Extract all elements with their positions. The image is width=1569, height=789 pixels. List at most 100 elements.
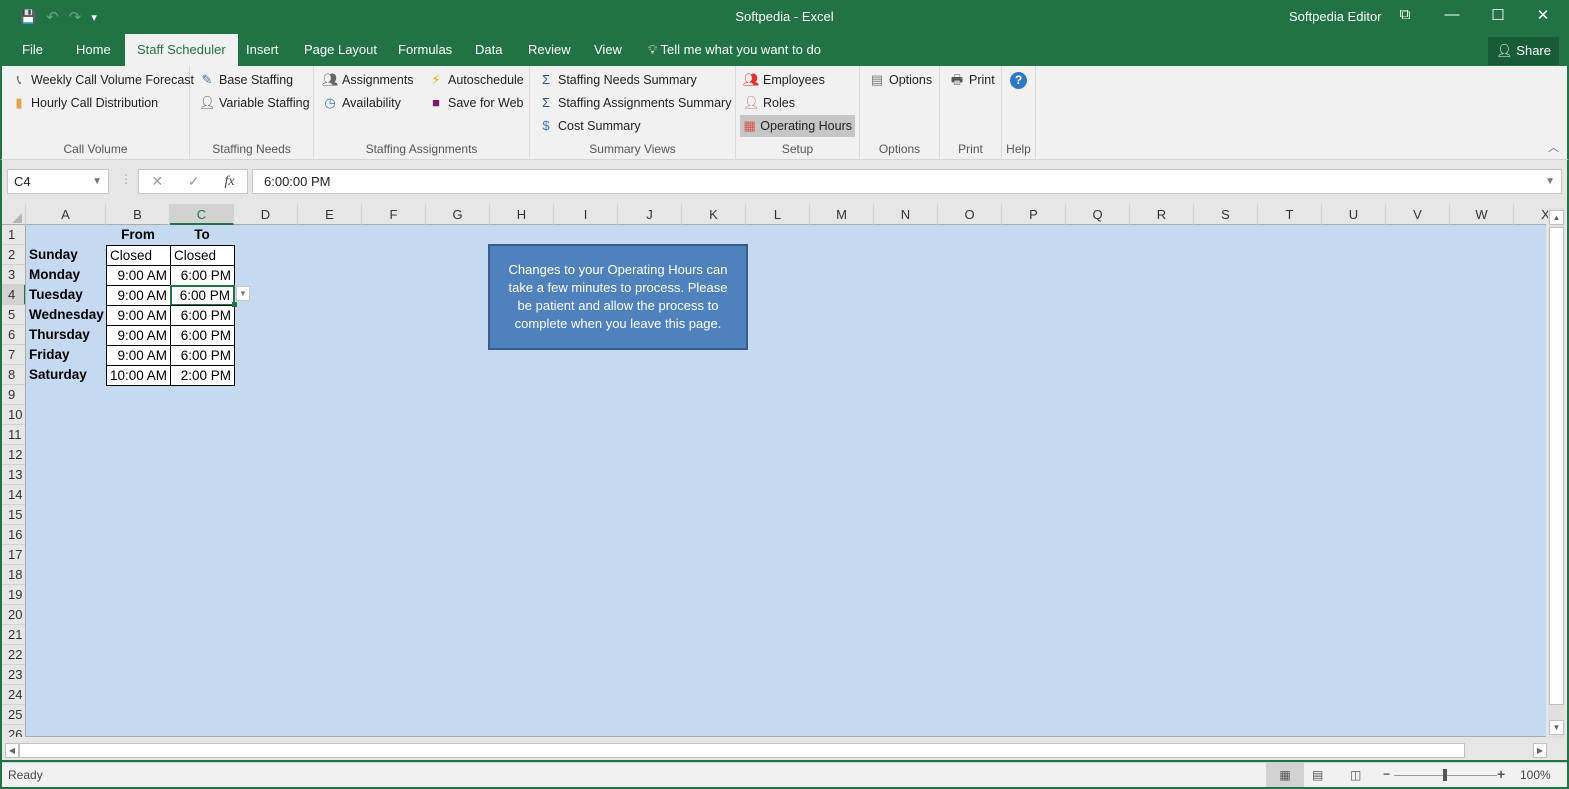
sheet-area[interactable]: From To Sunday Closed Closed Monday 9:00 AM 6… bbox=[26, 225, 1546, 737]
column-header-o[interactable]: O bbox=[938, 204, 1002, 225]
expand-formula-bar-icon[interactable]: ▼ bbox=[1545, 170, 1555, 193]
from-time-cell[interactable]: 9:00 AM bbox=[106, 265, 171, 286]
weekly-call-volume-forecast-button[interactable]: 📞︎ Weekly Call Volume Forecast bbox=[8, 69, 197, 91]
staffing-needs-summary-button[interactable]: Σ Staffing Needs Summary bbox=[535, 69, 700, 91]
column-header-a[interactable]: A bbox=[26, 204, 106, 225]
scroll-left-button[interactable]: ◀ bbox=[5, 743, 19, 758]
row-header-16[interactable]: 16 bbox=[2, 525, 25, 545]
scroll-down-button[interactable]: ▼ bbox=[1549, 720, 1564, 735]
help-button[interactable]: ? bbox=[1007, 69, 1030, 91]
to-time-cell[interactable]: 6:00 PM bbox=[170, 265, 235, 286]
scroll-right-button[interactable]: ▶ bbox=[1533, 743, 1547, 758]
from-time-cell[interactable]: 10:00 AM bbox=[106, 365, 171, 386]
tab-insert[interactable]: Insert bbox=[234, 34, 291, 66]
column-header-d[interactable]: D bbox=[234, 204, 298, 225]
row-header-15[interactable]: 15 bbox=[2, 505, 25, 525]
column-header-l[interactable]: L bbox=[746, 204, 810, 225]
hourly-call-distribution-button[interactable]: ▮ Hourly Call Distribution bbox=[8, 92, 161, 114]
employees-button[interactable]: 👥︎ Employees bbox=[740, 69, 828, 91]
row-header-9[interactable]: 9 bbox=[2, 385, 25, 405]
to-time-cell[interactable]: 6:00 PM bbox=[170, 345, 235, 366]
day-cell[interactable]: Friday bbox=[26, 345, 106, 365]
cancel-icon[interactable]: ✕ bbox=[151, 173, 163, 190]
column-header-n[interactable]: N bbox=[874, 204, 938, 225]
to-time-cell[interactable]: 2:00 PM bbox=[170, 365, 235, 386]
vertical-scrollbar[interactable]: ▲ ▼ bbox=[1548, 208, 1565, 738]
day-cell[interactable]: Monday bbox=[26, 265, 106, 285]
chevron-down-icon[interactable]: ▼ bbox=[92, 170, 102, 193]
column-header-h[interactable]: H bbox=[490, 204, 554, 225]
row-header-3[interactable]: 3 bbox=[2, 265, 25, 285]
row-header-24[interactable]: 24 bbox=[2, 685, 25, 705]
tab-staff-scheduler[interactable]: Staff Scheduler bbox=[125, 34, 238, 66]
column-header-v[interactable]: V bbox=[1386, 204, 1450, 225]
column-header-s[interactable]: S bbox=[1194, 204, 1258, 225]
column-header-g[interactable]: G bbox=[426, 204, 490, 225]
row-header-11[interactable]: 11 bbox=[2, 425, 25, 445]
active-cell[interactable]: 6:00 PM bbox=[170, 285, 235, 306]
column-header-e[interactable]: E bbox=[298, 204, 362, 225]
day-cell[interactable]: Tuesday bbox=[26, 285, 106, 305]
horizontal-scroll-thumb[interactable] bbox=[19, 743, 1465, 758]
row-header-25[interactable]: 25 bbox=[2, 705, 25, 725]
options-button[interactable]: ▤ Options bbox=[866, 69, 935, 91]
row-header-12[interactable]: 12 bbox=[2, 445, 25, 465]
fill-handle[interactable] bbox=[232, 302, 237, 307]
operating-hours-button[interactable]: ▦ Operating Hours bbox=[740, 115, 855, 137]
column-header-b[interactable]: B bbox=[106, 204, 170, 225]
vertical-scroll-thumb[interactable] bbox=[1549, 227, 1564, 705]
column-header-u[interactable]: U bbox=[1322, 204, 1386, 225]
row-header-26[interactable]: 26 bbox=[2, 725, 25, 737]
select-all-button[interactable] bbox=[2, 204, 26, 225]
user-name[interactable]: Softpedia Editor bbox=[1289, 9, 1382, 24]
to-time-cell[interactable]: 6:00 PM bbox=[170, 325, 235, 346]
base-staffing-button[interactable]: ✎ Base Staffing bbox=[196, 69, 296, 91]
availability-button[interactable]: ◷ Availability bbox=[319, 92, 404, 114]
row-header-4[interactable]: 4 bbox=[2, 285, 25, 305]
ribbon-display-options-icon[interactable]: ⧉ bbox=[1390, 6, 1420, 23]
row-header-6[interactable]: 6 bbox=[2, 325, 25, 345]
horizontal-scrollbar[interactable]: ◀ ▶ bbox=[2, 742, 1567, 760]
tab-home[interactable]: Home bbox=[64, 34, 123, 66]
tab-review[interactable]: Review bbox=[516, 34, 583, 66]
tab-page-layout[interactable]: Page Layout bbox=[292, 34, 389, 66]
zoom-level[interactable]: 100% bbox=[1520, 768, 1551, 782]
name-box[interactable]: C4 ▼ bbox=[7, 169, 109, 194]
row-header-7[interactable]: 7 bbox=[2, 345, 25, 365]
column-header-r[interactable]: R bbox=[1130, 204, 1194, 225]
save-for-web-button[interactable]: ■ Save for Web bbox=[425, 92, 527, 114]
header-from[interactable]: From bbox=[106, 225, 170, 245]
row-header-23[interactable]: 23 bbox=[2, 665, 25, 685]
day-cell[interactable]: Saturday bbox=[26, 365, 106, 385]
day-cell[interactable]: Sunday bbox=[26, 245, 106, 265]
maximize-button[interactable]: ☐ bbox=[1483, 6, 1513, 24]
cell-dropdown-button[interactable]: ▼ bbox=[236, 286, 250, 301]
share-button[interactable]: 👤︎ Share bbox=[1488, 37, 1559, 65]
column-header-m[interactable]: M bbox=[810, 204, 874, 225]
column-header-j[interactable]: J bbox=[618, 204, 682, 225]
column-header-p[interactable]: P bbox=[1002, 204, 1066, 225]
day-cell[interactable]: Thursday bbox=[26, 325, 106, 345]
tell-me-box[interactable]: 💡︎ Tell me what you want to do bbox=[636, 34, 833, 66]
column-header-k[interactable]: K bbox=[682, 204, 746, 225]
tab-view[interactable]: View bbox=[582, 34, 634, 66]
column-header-f[interactable]: F bbox=[362, 204, 426, 225]
enter-icon[interactable]: ✓ bbox=[188, 173, 200, 190]
formula-bar-grip[interactable]: ⋮ bbox=[120, 172, 132, 186]
row-header-22[interactable]: 22 bbox=[2, 645, 25, 665]
row-header-10[interactable]: 10 bbox=[2, 405, 25, 425]
tab-file[interactable]: File bbox=[10, 34, 55, 66]
zoom-slider-thumb[interactable] bbox=[1443, 769, 1447, 781]
close-button[interactable]: ✕ bbox=[1528, 6, 1558, 24]
tab-data[interactable]: Data bbox=[463, 34, 514, 66]
column-header-w[interactable]: W bbox=[1450, 204, 1514, 225]
row-header-20[interactable]: 20 bbox=[2, 605, 25, 625]
from-time-cell[interactable]: 9:00 AM bbox=[106, 305, 171, 326]
row-header-5[interactable]: 5 bbox=[2, 305, 25, 325]
row-header-13[interactable]: 13 bbox=[2, 465, 25, 485]
from-time-cell[interactable]: 9:00 AM bbox=[106, 285, 171, 306]
zoom-in-button[interactable]: + bbox=[1497, 766, 1505, 782]
row-header-18[interactable]: 18 bbox=[2, 565, 25, 585]
zoom-out-button[interactable]: − bbox=[1383, 767, 1390, 781]
variable-staffing-button[interactable]: 👤︎ Variable Staffing bbox=[196, 92, 313, 114]
